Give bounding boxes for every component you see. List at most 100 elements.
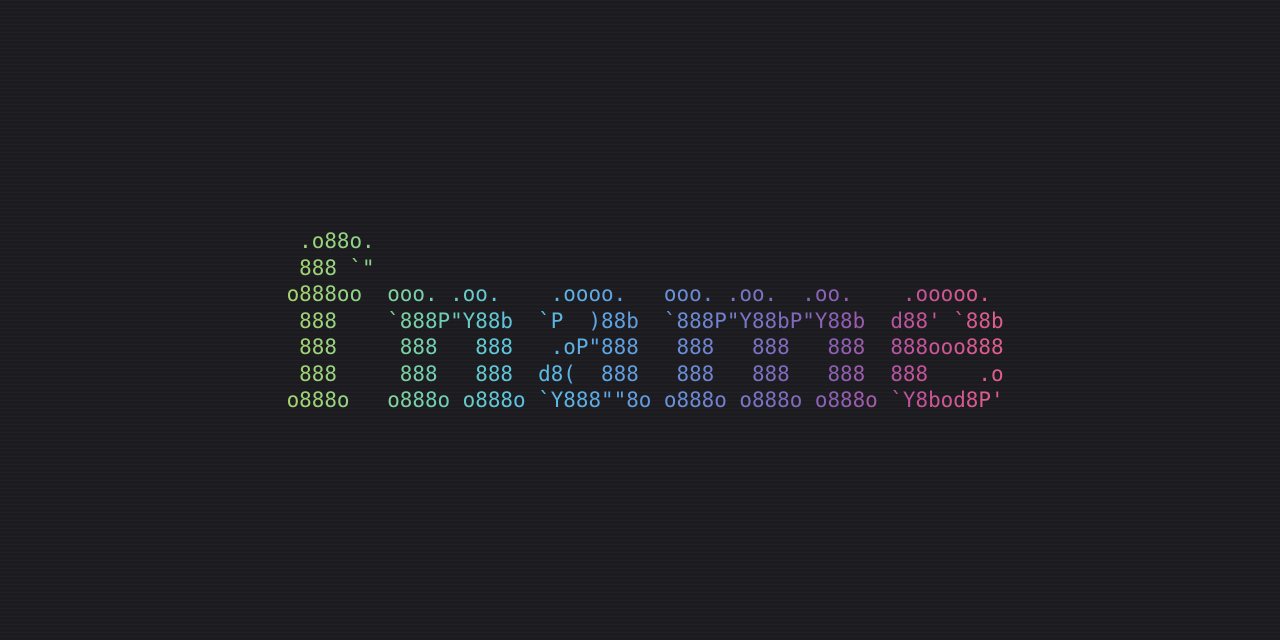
ascii-glyph [802, 362, 815, 386]
ascii-glyph: " [613, 388, 627, 412]
ascii-glyph: o [286, 282, 300, 306]
ascii-glyph: o [412, 282, 425, 306]
ascii-glyph: 8 [751, 335, 765, 359]
ascii-glyph [639, 362, 652, 386]
ascii-glyph [337, 362, 350, 386]
ascii-glyph: o [789, 388, 803, 412]
ascii-glyph: o [814, 282, 828, 306]
ascii-glyph: 8 [412, 308, 425, 333]
ascii-glyph: o [676, 282, 690, 306]
ascii-glyph: o [588, 282, 602, 306]
ascii-glyph: . [487, 282, 501, 306]
ascii-glyph [890, 282, 903, 306]
ascii-glyph [362, 335, 375, 359]
ascii-glyph [727, 362, 740, 386]
ascii-glyph [362, 362, 375, 386]
ascii-glyph: 8 [311, 255, 325, 280]
ascii-art-line: 888 888 888 d8( 888 888 888 888 888 .o [274, 361, 1003, 388]
ascii-glyph: o [387, 282, 400, 306]
ascii-glyph: o [940, 335, 954, 359]
ascii-art-line: 888 `" [274, 255, 1004, 282]
ascii-glyph: 8 [689, 361, 702, 386]
ascii-glyph: 8 [299, 388, 312, 412]
ascii-glyph: 8 [601, 308, 614, 333]
ascii-glyph [853, 282, 866, 306]
ascii-glyph: 8 [299, 308, 312, 333]
ascii-glyph: Y [902, 388, 916, 412]
ascii-glyph: o [399, 282, 413, 306]
ascii-glyph [526, 388, 539, 412]
ascii-glyph: 8 [751, 388, 765, 412]
ascii-glyph: 8 [751, 308, 765, 333]
ascii-glyph: 8 [915, 335, 929, 359]
ascii-glyph: ' [990, 388, 1004, 412]
ascii-glyph: 8 [412, 335, 425, 359]
ascii-glyph: o [739, 388, 752, 412]
ascii-glyph: P [714, 308, 727, 333]
ascii-glyph [526, 335, 539, 359]
ascii-glyph: 8 [764, 388, 778, 412]
ascii-glyph: o [387, 388, 400, 412]
ascii-glyph: ) [588, 308, 602, 333]
ascii-glyph: ` [663, 308, 677, 333]
ascii-glyph [878, 362, 891, 386]
ascii-glyph [588, 362, 601, 386]
ascii-glyph: 8 [689, 308, 702, 333]
ascii-glyph: 8 [965, 308, 979, 333]
ascii-glyph [563, 309, 576, 333]
ascii-glyph: " [588, 335, 602, 359]
ascii-glyph: 8 [311, 388, 325, 412]
ascii-glyph: d [538, 361, 551, 386]
ascii-glyph [639, 282, 652, 306]
ascii-glyph [500, 282, 513, 306]
ascii-glyph [651, 335, 664, 359]
ascii-glyph: 8 [676, 335, 690, 359]
ascii-glyph [274, 309, 287, 333]
ascii-glyph: 8 [827, 361, 841, 386]
ascii-glyph: o [286, 388, 300, 412]
ascii-glyph: . [764, 282, 778, 306]
ascii-glyph: b [626, 308, 639, 333]
ascii-glyph [714, 362, 727, 386]
ascii-glyph: ` [538, 308, 551, 333]
ascii-glyph: 8 [890, 361, 903, 386]
ascii-glyph [362, 282, 375, 306]
ascii-glyph [274, 388, 287, 412]
ascii-glyph [714, 282, 727, 306]
ascii-glyph: 8 [299, 282, 312, 306]
ascii-glyph: 8 [701, 335, 715, 359]
ascii-glyph: o [475, 282, 488, 306]
ascii-glyph: . [299, 229, 312, 253]
ascii-glyph: 8 [299, 361, 312, 386]
ascii-glyph [865, 335, 878, 359]
ascii-glyph [274, 229, 287, 253]
ascii-glyph: 8 [852, 361, 866, 386]
ascii-glyph: 8 [324, 229, 337, 253]
ascii-glyph [349, 309, 362, 333]
ascii-art-line: o888oo ooo. .oo. .oooo. ooo. .oo. .oo. .… [274, 281, 1004, 308]
ascii-glyph: 8 [777, 361, 790, 386]
ascii-glyph: 8 [915, 308, 929, 333]
ascii-glyph: . [978, 282, 991, 306]
ascii-glyph: o [751, 282, 765, 306]
ascii-glyph [513, 282, 526, 306]
ascii-glyph: 8 [902, 335, 916, 359]
ascii-glyph: 8 [613, 335, 627, 359]
ascii-glyph: P [575, 335, 589, 359]
ascii-glyph: o [940, 388, 954, 412]
ascii-glyph: " [726, 308, 740, 333]
ascii-glyph: " [802, 308, 815, 333]
ascii-glyph [513, 335, 526, 359]
ascii-glyph [287, 362, 300, 386]
ascii-glyph: o [663, 282, 677, 306]
ascii-glyph: 8 [324, 361, 337, 386]
ascii-glyph [802, 388, 815, 412]
ascii-glyph: o [928, 282, 941, 306]
ascii-glyph [375, 335, 388, 359]
ascii-glyph [651, 362, 664, 386]
ascii-glyph [387, 335, 400, 359]
ascii-glyph: 8 [601, 335, 614, 359]
ascii-glyph: b [777, 308, 790, 333]
ascii-glyph: o [311, 229, 325, 253]
ascii-glyph: 8 [701, 308, 715, 333]
